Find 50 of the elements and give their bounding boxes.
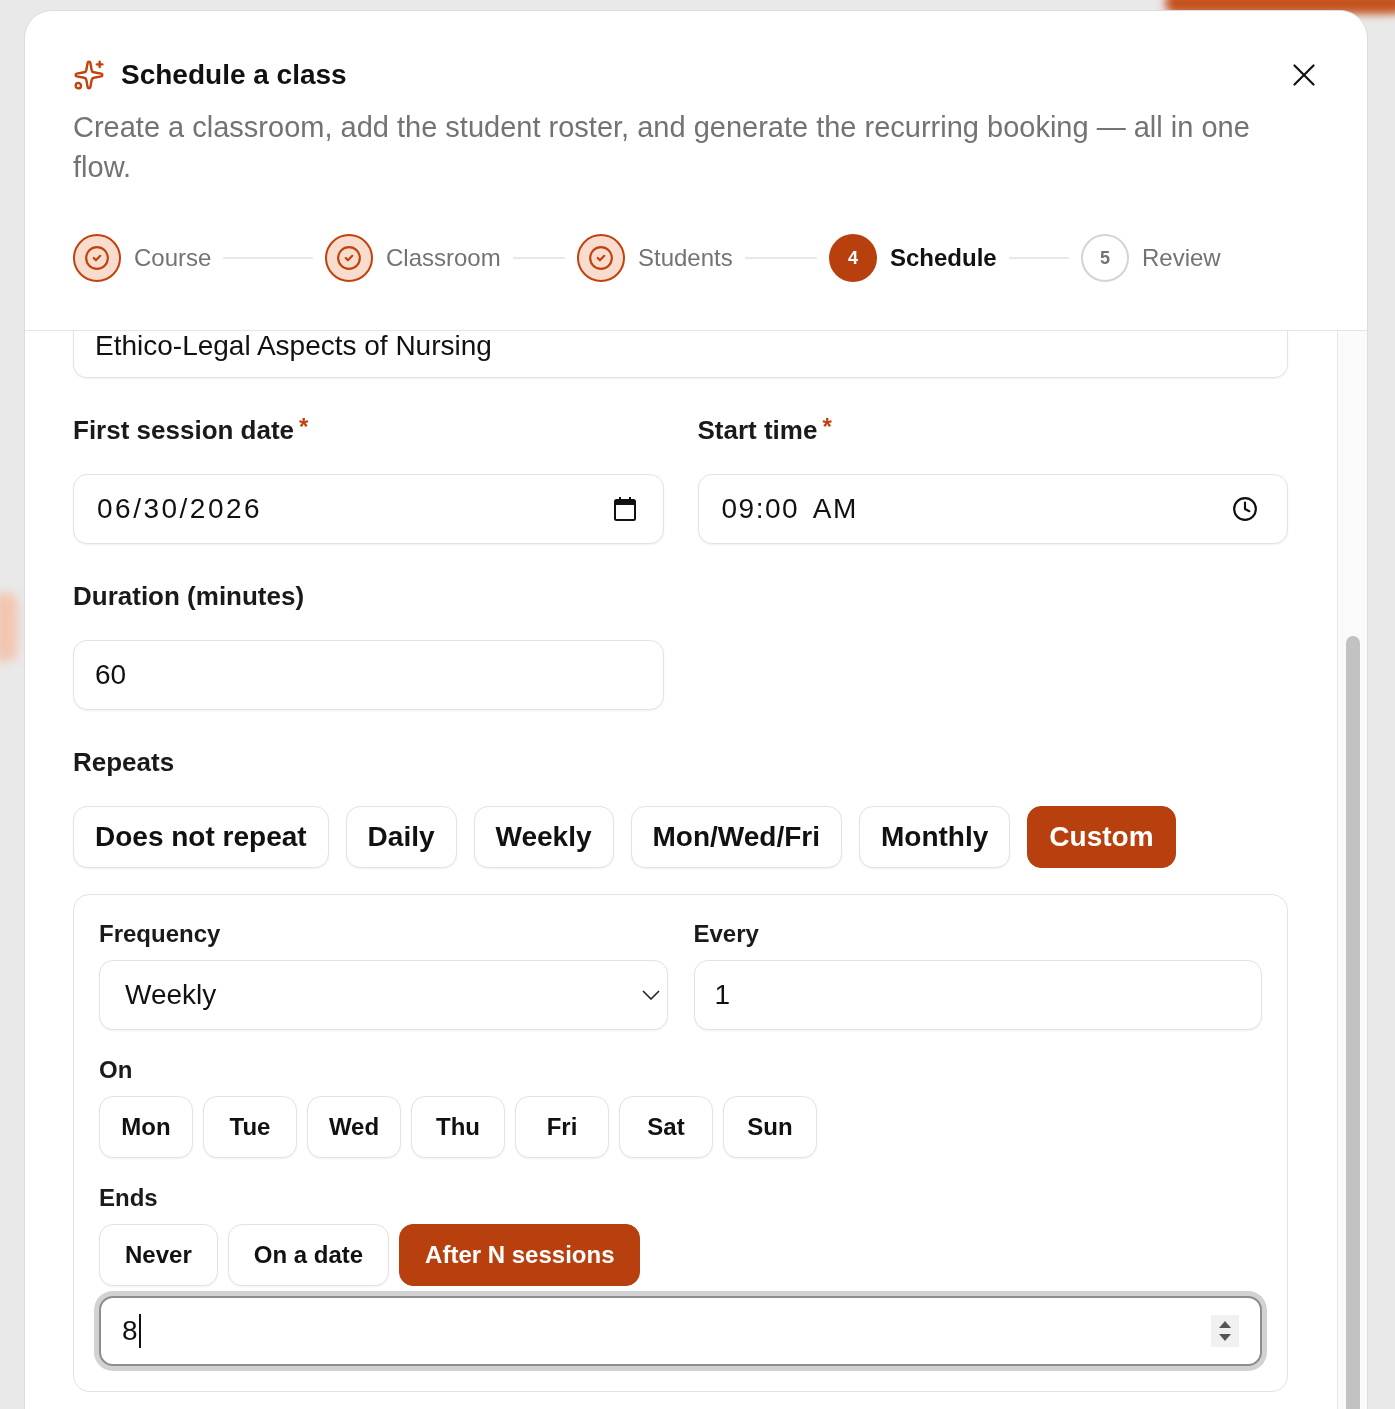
weekday-toggle[interactable]: Sun <box>723 1096 817 1158</box>
step-label: Review <box>1142 244 1221 272</box>
weekday-toggle[interactable]: Mon <box>99 1096 193 1158</box>
chevron-down-icon[interactable] <box>641 990 660 1000</box>
weekday-toggle[interactable]: Thu <box>411 1096 505 1158</box>
field-label: Start time <box>697 415 818 445</box>
date-field[interactable]: 06/30/2026 <box>73 474 664 544</box>
field-label: Duration (minutes) <box>73 581 305 611</box>
end-option-button[interactable]: On a date <box>227 1224 390 1286</box>
required-mark: * <box>299 415 309 439</box>
repeat-option-button[interactable]: Mon/Wed/Fri <box>630 806 842 868</box>
duration-field[interactable]: 60 <box>73 640 664 710</box>
end-option-button[interactable]: Never <box>99 1224 218 1286</box>
weekday-toggle[interactable]: Tue <box>203 1096 297 1158</box>
calendar-icon[interactable] <box>613 497 636 521</box>
field-label: Frequency <box>99 920 221 948</box>
every-field[interactable]: 1 <box>693 960 1262 1030</box>
repeat-option-button[interactable]: Daily <box>345 806 457 868</box>
step-number: 4 <box>829 234 877 282</box>
field-label: Every <box>693 920 759 948</box>
repeat-option-button[interactable]: Custom <box>1027 806 1176 868</box>
clock-icon[interactable] <box>1232 496 1258 522</box>
field-label: First session date <box>73 415 295 445</box>
end-option-button[interactable]: After N sessions <box>399 1224 641 1286</box>
field-label: On <box>99 1056 133 1084</box>
step-number: 5 <box>1081 234 1129 282</box>
dialog-description: Create a classroom, add the student roster, and generate the recurring booking — all in one flow. <box>73 110 1251 185</box>
weekday-toggle[interactable]: Fri <box>515 1096 609 1158</box>
sparkles-icon <box>73 59 105 91</box>
required-mark: * <box>822 415 832 439</box>
step-label: Course <box>134 244 212 272</box>
close-icon <box>1293 64 1315 86</box>
step-label: Schedule <box>890 244 997 272</box>
spinner-arrows-icon[interactable] <box>1211 1315 1239 1347</box>
time-field[interactable]: 09:00 AM <box>697 474 1288 544</box>
repeat-option-button[interactable]: Monthly <box>859 806 1011 868</box>
field-label: Ends <box>99 1184 158 1212</box>
dialog-title: Schedule a class <box>121 60 347 90</box>
frequency-select[interactable]: Weekly <box>99 960 668 1030</box>
text-cursor-icon <box>138 1314 141 1348</box>
repeat-option-button[interactable]: Weekly <box>473 806 614 868</box>
field-label: Repeats <box>73 747 175 777</box>
course-field[interactable]: Ethico-Legal Aspects of Nursing <box>73 331 1288 378</box>
step-label: Classroom <box>386 244 501 272</box>
weekday-toggle[interactable]: Wed <box>307 1096 401 1158</box>
step-label: Students <box>638 244 733 272</box>
scrollbar-thumb[interactable] <box>1346 636 1360 1409</box>
repeat-option-button[interactable]: Does not repeat <box>73 806 329 868</box>
close-button[interactable] <box>1293 64 1315 86</box>
weekday-toggle[interactable]: Sat <box>619 1096 713 1158</box>
